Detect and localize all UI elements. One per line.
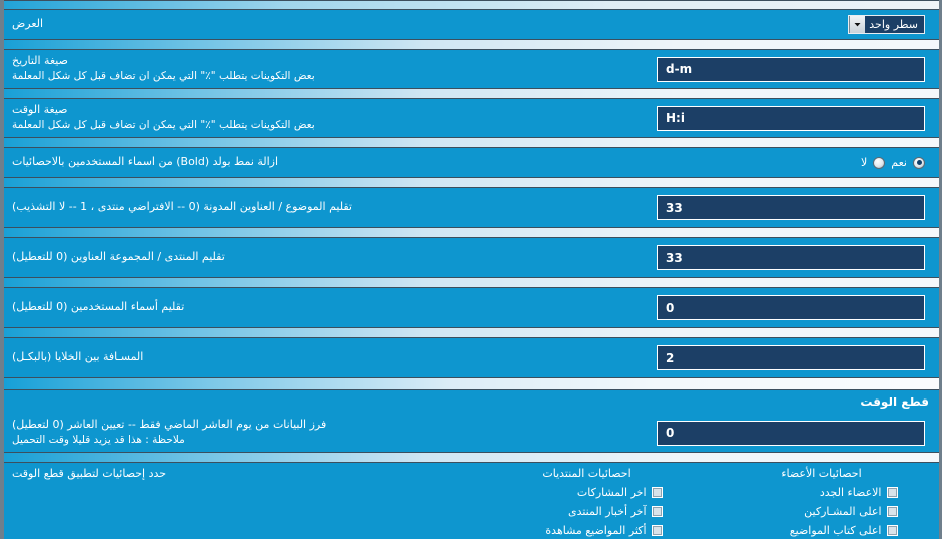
date-format-control [469,56,939,82]
row-date-format: صيغة التاريخ بعض التكوينات يتطلب "٪" الت… [4,50,939,88]
time-format-input[interactable] [657,105,925,131]
timecut-stats-area: احصائيات الأعضاء الاعضاء الجدد اعلى المش… [4,463,939,539]
trim-usernames-control [469,295,939,320]
checkbox-row[interactable]: اعلى كتاب المواضيع [746,521,898,539]
row-remove-bold: نعم لا ازالة نمط بولد (Bold) من اسماء ال… [4,148,939,177]
checkbox-members-2-label: اعلى كتاب المواضيع [789,524,882,537]
trim-topic-label: تقليم الموضوع / العناوين المدونة (0 -- ا… [12,200,352,214]
time-format-labels: صيغة الوقت بعض التكوينات يتطلب "٪" التي … [4,103,469,132]
settings-panel: سطر واحد العرض صيغة التاريخ بعض التكوينا… [0,0,942,539]
divider-7 [4,327,939,338]
remove-bold-radio-yes[interactable] [913,156,925,169]
date-format-hint: بعض التكوينات يتطلب "٪" التي يمكن ان تضا… [12,70,315,83]
remove-bold-label: ازالة نمط بولد (Bold) من اسماء المستخدمي… [12,155,279,169]
cell-spacing-control [469,345,939,370]
row-trim-usernames: تقليم أسماء المستخدمين (0 للتعطيل) [4,288,939,327]
checkbox-row[interactable]: اعلى المشـاركين [746,502,898,521]
checkbox-forums-2[interactable] [651,525,663,536]
row-timecut-value: فرز البيانات من يوم العاشر الماضي فقط --… [4,414,939,452]
checkbox-forums-0[interactable] [651,487,663,498]
divider-1 [4,39,939,50]
trim-usernames-label: تقليم أسماء المستخدمين (0 للتعطيل) [12,300,185,314]
checkbox-row[interactable]: الاعضاء الجدد [746,483,898,502]
checkbox-column-members: احصائيات الأعضاء الاعضاء الجدد اعلى المش… [704,467,939,539]
display-label: العرض [12,17,44,31]
checkbox-column-forums-title: احصائيات المنتديات [542,467,631,480]
remove-bold-labels: ازالة نمط بولد (Bold) من اسماء المستخدمي… [4,155,469,170]
remove-bold-yes-label: نعم [891,156,907,169]
display-control: سطر واحد [469,15,939,34]
remove-bold-control: نعم لا [469,156,939,169]
cell-spacing-labels: المسـافة بين الخلايا (بالبكـل) [4,350,469,365]
row-cell-spacing: المسـافة بين الخلايا (بالبكـل) [4,338,939,377]
divider-4 [4,177,939,188]
timecut-value-control [469,420,939,446]
divider-8 [4,452,939,463]
date-format-input[interactable] [657,56,925,82]
timecut-value-input[interactable] [657,420,925,446]
checkbox-forums-2-label: أكثر المواضيع مشاهدة [545,524,647,537]
divider-2 [4,88,939,99]
trim-usernames-labels: تقليم أسماء المستخدمين (0 للتعطيل) [4,300,469,315]
checkbox-members-2[interactable] [886,525,898,536]
divider-3 [4,137,939,148]
checkbox-column-members-title: احصائيات الأعضاء [781,467,862,480]
trim-topic-control [469,195,939,220]
display-select[interactable]: سطر واحد [848,15,925,34]
row-time-format: صيغة الوقت بعض التكوينات يتطلب "٪" التي … [4,99,939,137]
divider-top [4,0,939,10]
checkbox-row[interactable]: آخر أخبار المنتدى [511,502,663,521]
remove-bold-radiogroup[interactable]: نعم لا [861,156,925,169]
section-timecut: قطع الوقت [4,390,939,414]
trim-forum-input[interactable] [657,245,925,270]
trim-forum-control [469,245,939,270]
time-format-label: صيغة الوقت [12,103,68,117]
trim-topic-labels: تقليم الموضوع / العناوين المدونة (0 -- ا… [4,200,469,215]
chevron-down-icon[interactable] [849,16,866,33]
trim-forum-labels: تقليم المنتدى / المجموعة العناوين (0 للت… [4,250,469,265]
timecut-value-labels: فرز البيانات من يوم العاشر الماضي فقط --… [4,418,469,447]
remove-bold-radio-no[interactable] [873,156,886,169]
display-select-value: سطر واحد [869,18,918,31]
divider-6 [4,277,939,288]
checkbox-members-0[interactable] [886,487,898,498]
checkbox-forums-1[interactable] [651,506,663,517]
display-labels: العرض [4,17,469,32]
cell-spacing-label: المسـافة بين الخلايا (بالبكـل) [12,350,144,364]
row-display: سطر واحد العرض [4,10,939,39]
timecut-value-label: فرز البيانات من يوم العاشر الماضي فقط --… [12,418,327,432]
cell-spacing-input[interactable] [657,345,925,370]
trim-forum-label: تقليم المنتدى / المجموعة العناوين (0 للت… [12,250,225,264]
date-format-label: صيغة التاريخ [12,54,68,68]
checkbox-forums-1-label: آخر أخبار المنتدى [567,505,647,518]
section-timecut-title: قطع الوقت [860,395,929,409]
checkbox-members-1[interactable] [886,506,898,517]
divider-section-timecut [4,377,939,390]
timecut-value-hint: ملاحظة : هذا قد يزيد قليلا وقت التحميل [12,434,185,447]
trim-topic-input[interactable] [657,195,925,220]
checkbox-row[interactable]: أكثر المواضيع مشاهدة [511,521,663,539]
trim-usernames-input[interactable] [657,295,925,320]
timecut-stats-label: حدد إحصائيات لتطبيق قطع الوقت [12,467,167,480]
row-trim-topic: تقليم الموضوع / العناوين المدونة (0 -- ا… [4,188,939,227]
time-format-control [469,105,939,131]
checkbox-members-1-label: اعلى المشـاركين [804,505,882,518]
timecut-stats-label-cell: حدد إحصائيات لتطبيق قطع الوقت [4,467,469,480]
time-format-hint: بعض التكوينات يتطلب "٪" التي يمكن ان تضا… [12,119,315,132]
checkbox-row[interactable]: اخر المشاركات [511,483,663,502]
divider-5 [4,227,939,238]
date-format-labels: صيغة التاريخ بعض التكوينات يتطلب "٪" الت… [4,54,469,83]
checkbox-column-forums: احصائيات المنتديات اخر المشاركات آخر أخب… [469,467,704,539]
checkbox-forums-0-label: اخر المشاركات [576,486,647,499]
remove-bold-no-label: لا [861,156,868,169]
checkbox-members-0-label: الاعضاء الجدد [819,486,882,499]
row-trim-forum: تقليم المنتدى / المجموعة العناوين (0 للت… [4,238,939,277]
